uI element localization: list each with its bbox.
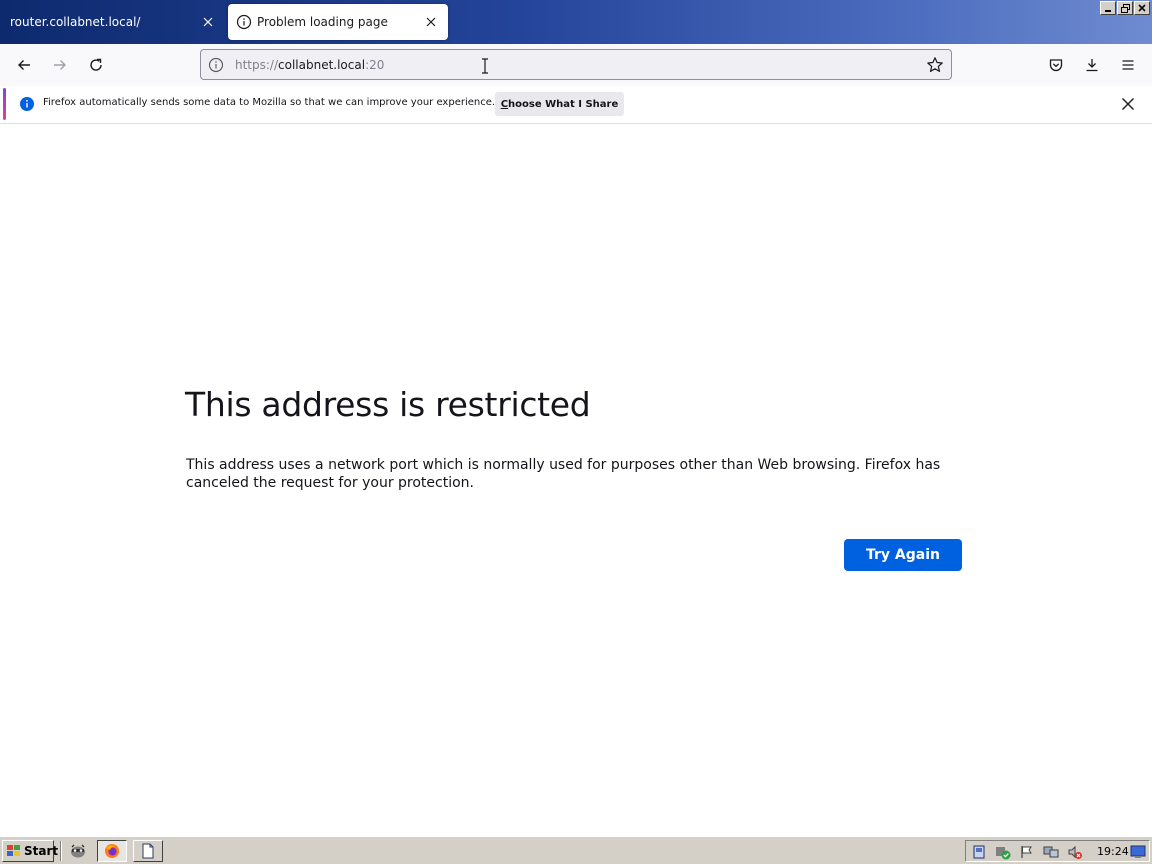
volume-device-icon[interactable] <box>971 844 987 860</box>
page-title: This address is restricted <box>185 385 591 424</box>
close-icon[interactable] <box>1120 96 1136 112</box>
navigation-toolbar: https://collabnet.local:20 <box>0 44 1152 86</box>
shield-check-icon[interactable] <box>995 844 1011 860</box>
windows-logo-icon <box>6 844 22 858</box>
notification-bar: Firefox automatically sends some data to… <box>0 86 1152 124</box>
address-bar[interactable]: https://collabnet.local:20 <box>200 49 952 80</box>
url-scheme: https:// <box>235 58 279 72</box>
document-taskbar-icon[interactable] <box>133 840 163 862</box>
flag-icon[interactable] <box>1019 844 1035 860</box>
info-icon <box>19 96 35 112</box>
taskbar: Start 19:24 <box>0 836 1152 864</box>
text-cursor-icon <box>481 58 489 74</box>
tab-close-icon[interactable] <box>424 15 438 29</box>
button-label: hoose What I Share <box>508 98 619 110</box>
info-icon <box>236 14 252 30</box>
pocket-icon[interactable] <box>1044 53 1068 77</box>
desktop-icon[interactable] <box>1130 844 1146 860</box>
back-icon[interactable] <box>12 53 36 77</box>
firefox-taskbar-icon[interactable] <box>97 840 127 862</box>
network-icon[interactable] <box>1043 844 1059 860</box>
try-again-button[interactable]: Try Again <box>844 539 962 571</box>
tab-label: router.collabnet.local/ <box>10 15 141 29</box>
notification-message: Firefox automatically sends some data to… <box>43 97 496 108</box>
speaker-muted-icon[interactable] <box>1067 844 1083 860</box>
error-description: This address uses a network port which i… <box>186 457 941 491</box>
menu-icon[interactable] <box>1116 53 1140 77</box>
tab-router[interactable]: router.collabnet.local/ <box>0 0 225 44</box>
tab-problem-loading[interactable]: Problem loading page <box>228 4 448 40</box>
tab-close-icon[interactable] <box>201 15 215 29</box>
url-port: :20 <box>365 58 385 72</box>
tab-label: Problem loading page <box>257 15 388 29</box>
taskbar-separator <box>60 841 62 861</box>
clock: 19:24 <box>1097 845 1129 858</box>
button-accesskey: C <box>500 98 509 110</box>
downloads-icon[interactable] <box>1080 53 1104 77</box>
restore-icon[interactable] <box>1117 1 1133 15</box>
url-host: collabnet.local <box>278 58 366 72</box>
app-icon[interactable] <box>66 840 90 862</box>
forward-icon[interactable] <box>48 53 72 77</box>
start-label: Start <box>24 844 59 858</box>
system-tray: 19:24 <box>965 840 1150 862</box>
url-text[interactable]: https://collabnet.local:20 <box>235 58 384 72</box>
reload-icon[interactable] <box>84 53 108 77</box>
site-info-icon[interactable] <box>208 57 224 73</box>
choose-what-i-share-button[interactable]: Choose What I Share <box>495 92 624 116</box>
close-icon[interactable] <box>1134 1 1150 15</box>
start-button[interactable]: Start <box>2 840 58 862</box>
notification-accent <box>3 88 6 120</box>
minimize-icon[interactable] <box>1100 1 1116 15</box>
window-controls <box>1100 1 1150 15</box>
tab-strip: router.collabnet.local/ Problem loading … <box>0 0 1152 44</box>
bookmark-star-icon[interactable] <box>926 56 944 74</box>
